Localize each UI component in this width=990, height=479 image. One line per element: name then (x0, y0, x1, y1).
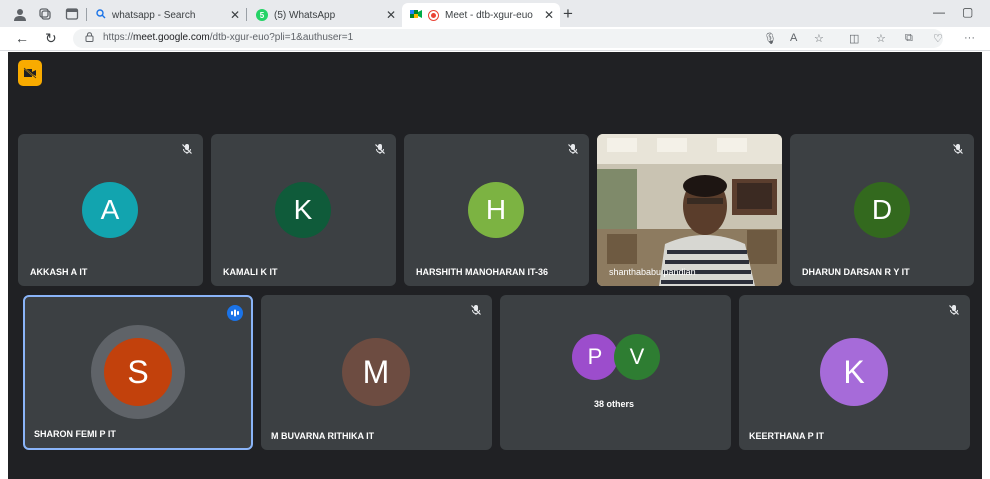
mic-off-icon (180, 142, 194, 156)
extensions-icon[interactable]: ♡ (933, 32, 943, 45)
favorite-icon[interactable]: ☆ (814, 32, 824, 45)
back-icon[interactable]: ← (15, 30, 29, 46)
participant-name: DHARUN DARSAN R Y IT (802, 267, 910, 277)
minimize-icon[interactable]: — (933, 5, 945, 19)
tab-meet[interactable]: Meet - dtb-xgur-euo ✕ (402, 3, 560, 27)
recording-icon (428, 9, 439, 21)
collections-icon[interactable]: ⧉ (905, 32, 913, 45)
mic-off-icon (947, 303, 961, 317)
mic-icon[interactable]: 🎙︎ (763, 32, 777, 45)
mic-off-icon (566, 142, 580, 156)
participant-tile[interactable]: D DHARUN DARSAN R Y IT (790, 134, 974, 286)
avatar: S (104, 338, 172, 406)
tab-actions-icon[interactable] (64, 6, 80, 22)
tab-whatsapp[interactable]: 5 (5) WhatsApp ✕ (248, 3, 402, 27)
tab-label: (5) WhatsApp (274, 9, 336, 21)
participant-tile-speaking[interactable]: S SHARON FEMI P IT (23, 295, 253, 450)
participant-tile[interactable]: A AKKASH A IT (18, 134, 203, 286)
tab-label: whatsapp - Search (112, 9, 196, 21)
mic-off-icon (951, 142, 965, 156)
close-icon[interactable]: ✕ (230, 8, 240, 22)
avatar: A (82, 182, 138, 238)
lock-icon (85, 32, 94, 45)
address-bar[interactable]: https://meet.google.com/dtb-xgur-euo?pli… (73, 29, 943, 48)
tab-whatsapp-search[interactable]: whatsapp - Search ✕ (88, 3, 246, 27)
refresh-icon[interactable]: ↻ (45, 30, 57, 47)
search-icon (96, 9, 106, 21)
favorites-icon[interactable]: ☆ (876, 32, 886, 45)
read-aloud-icon[interactable]: A (790, 32, 797, 44)
others-count: 38 others (594, 399, 635, 409)
meet-icon (410, 8, 422, 23)
participant-name: KEERTHANA P IT (749, 431, 825, 441)
participant-name: KAMALI K IT (223, 267, 278, 277)
participant-video-tile[interactable]: shanthababu pandian (597, 134, 782, 286)
avatar: K (275, 182, 331, 238)
participant-name: AKKASH A IT (30, 267, 88, 277)
speaking-indicator-icon (227, 305, 243, 321)
participant-tile[interactable]: K KEERTHANA P IT (739, 295, 970, 450)
avatar: M (342, 338, 410, 406)
profile-icon[interactable] (12, 6, 28, 22)
avatar: V (614, 334, 660, 380)
restore-icon[interactable]: ▢ (962, 5, 973, 19)
close-icon[interactable]: ✕ (386, 8, 396, 22)
tab-label: Meet - dtb-xgur-euo (445, 9, 533, 21)
participant-name: SHARON FEMI P IT (34, 429, 116, 439)
others-tile[interactable]: P V 38 others (500, 295, 731, 450)
avatar: H (468, 182, 524, 238)
participant-name: shanthababu pandian (609, 267, 696, 277)
more-icon[interactable]: ··· (964, 32, 975, 44)
avatar: P (572, 334, 618, 380)
address-bar-row: ← ↻ https://meet.google.com/dtb-xgur-euo… (0, 27, 990, 51)
mic-off-icon (373, 142, 387, 156)
participant-name: M BUVARNA RITHIKA IT (271, 431, 375, 441)
participant-name: HARSHITH MANOHARAN IT-36 (416, 267, 549, 277)
url-text: https://meet.google.com/dtb-xgur-euo?pli… (103, 32, 354, 43)
split-screen-icon[interactable]: ◫ (849, 32, 859, 45)
avatar: K (820, 338, 888, 406)
close-icon[interactable]: ✕ (544, 8, 554, 22)
workspaces-icon[interactable] (37, 6, 53, 22)
participant-tile[interactable]: K KAMALI K IT (211, 134, 396, 286)
mic-off-icon (469, 303, 483, 317)
camera-off-icon (18, 60, 42, 86)
tab-strip: whatsapp - Search ✕ 5 (5) WhatsApp ✕ Mee… (0, 0, 990, 27)
whatsapp-icon: 5 (256, 9, 268, 21)
meet-stage: A AKKASH A IT K KAMALI K IT H HARSHITH M… (8, 52, 982, 479)
participant-video (597, 134, 782, 286)
avatar: D (854, 182, 910, 238)
new-tab-icon[interactable]: + (563, 4, 573, 24)
participant-tile[interactable]: H HARSHITH MANOHARAN IT-36 (404, 134, 589, 286)
participant-tile[interactable]: M M BUVARNA RITHIKA IT (261, 295, 492, 450)
